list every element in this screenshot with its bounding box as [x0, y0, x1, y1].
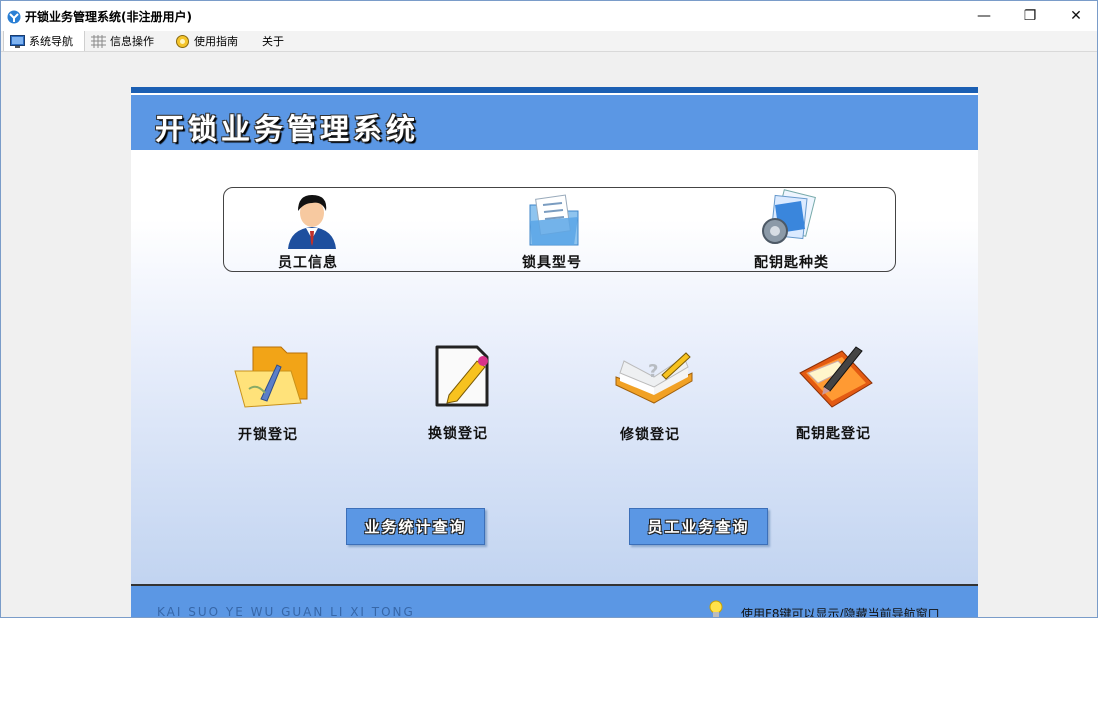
tab-label: 信息操作 — [110, 35, 154, 48]
restore-button[interactable]: ❐ — [1007, 1, 1053, 31]
panel-footer: KAI SUO YE WU GUAN LI XI TONG 使用F8键可以显示/… — [131, 584, 978, 617]
book-pencil-icon[interactable]: ? — [614, 347, 694, 411]
tab-label: 使用指南 — [194, 35, 238, 48]
tab-label: 关于 — [262, 35, 284, 48]
navigation-panel: 开锁业务管理系统 员工信息 锁具型号 配钥匙种类 开锁登记 换锁登记 ? 修锁登… — [131, 87, 978, 617]
window-title: 开锁业务管理系统(非注册用户) — [25, 10, 192, 24]
folder-pencil-icon[interactable] — [798, 343, 874, 411]
repair-lock-register-label[interactable]: 修锁登记 — [620, 424, 680, 444]
key-copy-register-label[interactable]: 配钥匙登记 — [796, 423, 871, 443]
grid-icon — [91, 34, 106, 48]
lock-model-icon[interactable] — [526, 191, 582, 249]
header-accent-line — [131, 87, 978, 93]
folder-pen-icon[interactable] — [231, 343, 309, 409]
tab-information-operation[interactable]: 信息操作 — [85, 31, 167, 51]
document-pen-icon[interactable] — [433, 343, 491, 409]
app-window: 开锁业务管理系统(非注册用户) — ❐ ✕ 系统导航 信息操作 使用指南 关于 … — [0, 0, 1098, 618]
tab-label: 系统导航 — [29, 35, 73, 48]
footer-pinyin: KAI SUO YE WU GUAN LI XI TONG — [157, 605, 415, 617]
monitor-icon — [10, 34, 25, 48]
svg-text:?: ? — [648, 361, 658, 382]
system-title: 开锁业务管理系统 — [155, 112, 420, 146]
close-button[interactable]: ✕ — [1053, 1, 1097, 31]
unlock-register-label[interactable]: 开锁登记 — [238, 424, 298, 444]
business-stats-query-button[interactable]: 业务统计查询 — [346, 508, 485, 545]
lightbulb-icon — [709, 600, 723, 617]
app-logo-icon — [7, 10, 21, 24]
panel-header: 开锁业务管理系统 — [131, 95, 978, 150]
footer-tip: 使用F8键可以显示/隐藏当前导航窗口 — [741, 607, 940, 617]
employee-business-query-button[interactable]: 员工业务查询 — [629, 508, 768, 545]
key-type-label[interactable]: 配钥匙种类 — [754, 252, 829, 272]
help-icon — [176, 34, 189, 48]
employee-icon[interactable] — [286, 191, 338, 249]
employee-info-label[interactable]: 员工信息 — [278, 252, 338, 272]
title-bar[interactable]: 开锁业务管理系统(非注册用户) — ❐ ✕ — [1, 1, 1097, 31]
tab-system-navigation[interactable]: 系统导航 — [3, 31, 85, 51]
key-type-icon[interactable] — [759, 189, 819, 249]
change-lock-register-label[interactable]: 换锁登记 — [428, 423, 488, 443]
tab-user-guide[interactable]: 使用指南 — [169, 31, 251, 51]
tab-bar: 系统导航 信息操作 使用指南 关于 — [1, 31, 1097, 52]
minimize-button[interactable]: — — [961, 1, 1007, 31]
tab-about[interactable]: 关于 — [253, 31, 295, 51]
lock-model-label[interactable]: 锁具型号 — [522, 252, 582, 272]
